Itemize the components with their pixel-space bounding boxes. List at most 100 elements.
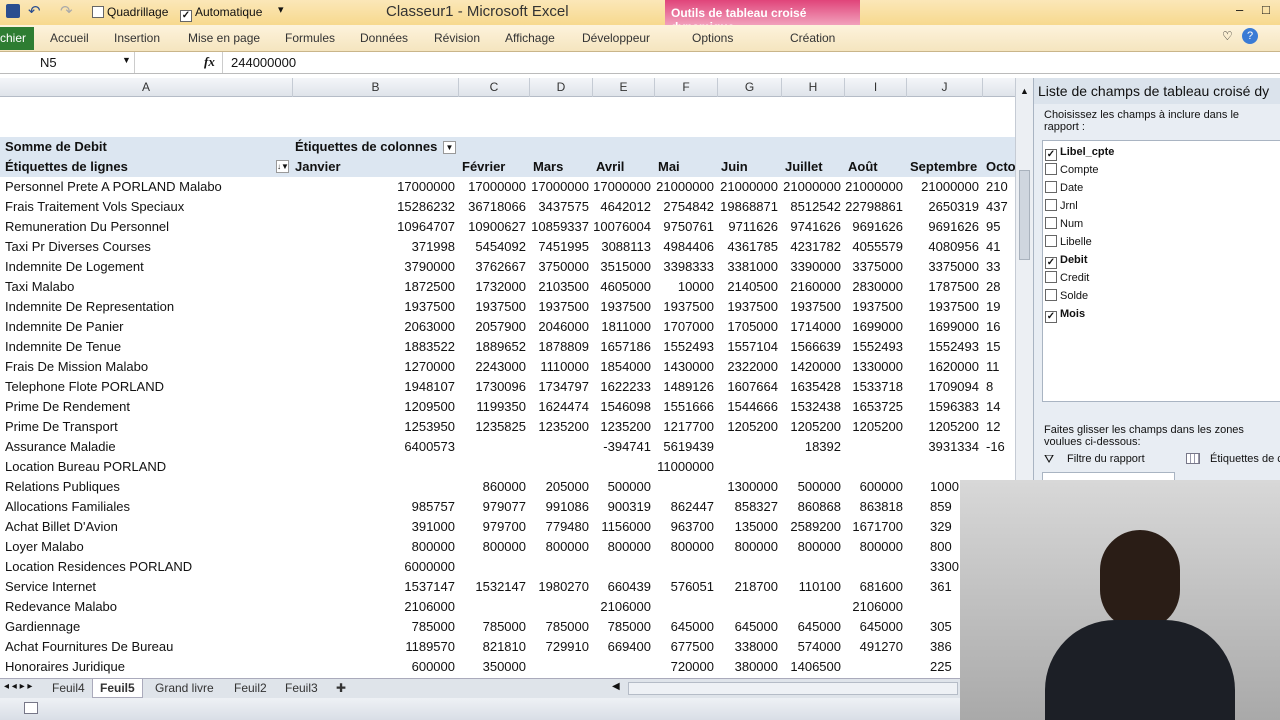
tab-mise-en-page[interactable]: Mise en page xyxy=(188,31,260,45)
value-cell[interactable]: 21000000 xyxy=(655,177,716,197)
value-cell[interactable] xyxy=(530,457,591,477)
value-cell[interactable]: 1937500 xyxy=(593,297,653,317)
value-cell[interactable]: 1980270 xyxy=(530,577,591,597)
value-cell[interactable]: 19868871 xyxy=(718,197,780,217)
value-cell[interactable]: 3390000 xyxy=(782,257,843,277)
scroll-thumb[interactable] xyxy=(1019,170,1030,260)
value-cell[interactable]: 2063000 xyxy=(293,317,457,337)
value-cell[interactable] xyxy=(907,457,981,477)
sheet-tab[interactable]: Feuil3 xyxy=(285,681,318,695)
value-cell[interactable] xyxy=(782,557,843,577)
value-cell[interactable] xyxy=(293,477,457,497)
value-cell[interactable]: 21000000 xyxy=(782,177,843,197)
tab-revision[interactable]: Révision xyxy=(434,31,480,45)
value-cell[interactable] xyxy=(845,457,905,477)
field-debit[interactable]: ✓ Debit xyxy=(1045,251,1088,269)
value-cell[interactable]: 1551666 xyxy=(655,397,716,417)
value-cell[interactable] xyxy=(718,437,780,457)
column-header[interactable]: A xyxy=(0,78,293,97)
sheet-nav-icons[interactable]: ◂ ◂ ▸ ▸ xyxy=(4,681,32,692)
checkbox[interactable] xyxy=(1045,271,1057,283)
value-cell[interactable]: 41 xyxy=(983,237,1013,257)
value-cell[interactable]: 10000 xyxy=(655,277,716,297)
value-cell[interactable]: 1552493 xyxy=(845,337,905,357)
value-cell[interactable]: 1217700 xyxy=(655,417,716,437)
value-cell[interactable]: 3515000 xyxy=(593,257,653,277)
value-cell[interactable] xyxy=(530,437,591,457)
value-cell[interactable]: 1199350 xyxy=(459,397,528,417)
row-label[interactable]: Personnel Prete A PORLAND Malabo xyxy=(5,177,290,197)
value-cell[interactable]: 1420000 xyxy=(782,357,843,377)
value-cell[interactable]: 1811000 xyxy=(593,317,653,337)
customize-qat-icon[interactable]: ▾ xyxy=(278,3,284,16)
value-cell[interactable]: 9750761 xyxy=(655,217,716,237)
value-cell[interactable]: 3931334 xyxy=(907,437,981,457)
redo-icon[interactable]: ↷ xyxy=(60,2,73,20)
row-label[interactable]: Indemnite De Tenue xyxy=(5,337,290,357)
value-cell[interactable]: 2140500 xyxy=(718,277,780,297)
value-cell[interactable]: 2046000 xyxy=(530,317,591,337)
value-cell[interactable] xyxy=(718,597,780,617)
value-cell[interactable]: 1156000 xyxy=(593,517,653,537)
value-cell[interactable]: 821810 xyxy=(459,637,528,657)
tab-fichier[interactable]: chier xyxy=(0,27,34,50)
value-cell[interactable]: 800000 xyxy=(459,537,528,557)
value-cell[interactable]: 7451995 xyxy=(530,237,591,257)
value-cell[interactable]: 95 xyxy=(983,217,1013,237)
row-label[interactable]: Taxi Pr Diverses Courses xyxy=(5,237,290,257)
row-label[interactable]: Indemnite De Panier xyxy=(5,317,290,337)
value-cell[interactable]: 858327 xyxy=(718,497,780,517)
maximize-icon[interactable]: □ xyxy=(1262,2,1270,17)
value-cell[interactable] xyxy=(845,657,905,677)
column-header[interactable]: J xyxy=(907,78,983,97)
value-cell[interactable]: 1209500 xyxy=(293,397,457,417)
value-cell[interactable]: 338000 xyxy=(718,637,780,657)
field-compte[interactable]: Compte xyxy=(1045,161,1099,179)
checkbox[interactable] xyxy=(1045,163,1057,175)
fx-icon[interactable]: fx xyxy=(204,54,215,70)
value-cell[interactable] xyxy=(845,437,905,457)
value-cell[interactable]: 21000000 xyxy=(907,177,981,197)
value-cell[interactable]: 16 xyxy=(983,317,1013,337)
value-cell[interactable]: 645000 xyxy=(655,617,716,637)
macro-record-icon[interactable] xyxy=(24,702,38,714)
value-cell[interactable]: 1596383 xyxy=(907,397,981,417)
row-label[interactable]: Loyer Malabo xyxy=(5,537,290,557)
value-cell[interactable]: 218700 xyxy=(718,577,780,597)
value-cell[interactable]: 21000000 xyxy=(845,177,905,197)
row-label[interactable]: Service Internet xyxy=(5,577,290,597)
field-credit[interactable]: Credit xyxy=(1045,269,1089,287)
value-cell[interactable]: 491270 xyxy=(845,637,905,657)
value-cell[interactable]: 380000 xyxy=(718,657,780,677)
column-header[interactable]: B xyxy=(293,78,459,97)
column-header[interactable]: I xyxy=(845,78,907,97)
value-cell[interactable]: 1705000 xyxy=(718,317,780,337)
column-header[interactable]: C xyxy=(459,78,530,97)
row-label[interactable]: Prime De Transport xyxy=(5,417,290,437)
value-cell[interactable]: 10076004 xyxy=(593,217,653,237)
value-cell[interactable]: 500000 xyxy=(593,477,653,497)
value-cell[interactable]: 1937500 xyxy=(718,297,780,317)
value-cell[interactable]: 17000000 xyxy=(459,177,528,197)
value-cell[interactable]: 17000000 xyxy=(530,177,591,197)
tab-developpeur[interactable]: Développeur xyxy=(582,31,650,45)
value-cell[interactable]: 1300000 xyxy=(718,477,780,497)
value-cell[interactable]: 12 xyxy=(983,417,1013,437)
value-cell[interactable]: 1937500 xyxy=(530,297,591,317)
value-cell[interactable]: 785000 xyxy=(459,617,528,637)
new-sheet-icon[interactable]: ✚ xyxy=(336,681,346,695)
tab-accueil[interactable]: Accueil xyxy=(50,31,89,45)
value-cell[interactable] xyxy=(459,557,528,577)
scroll-left-icon[interactable]: ◀ xyxy=(612,681,620,692)
value-cell[interactable]: 1235200 xyxy=(530,417,591,437)
value-cell[interactable] xyxy=(593,657,653,677)
value-cell[interactable]: 8512542 xyxy=(782,197,843,217)
value-cell[interactable]: 669400 xyxy=(593,637,653,657)
value-cell[interactable]: 6400573 xyxy=(293,437,457,457)
auto-checkbox[interactable]: ✓ Automatique xyxy=(180,5,262,22)
value-cell[interactable]: 785000 xyxy=(593,617,653,637)
undo-icon[interactable]: ↶ xyxy=(28,2,41,20)
pivot-value-label[interactable]: Somme de Debit xyxy=(5,137,285,157)
value-cell[interactable]: 2106000 xyxy=(293,597,457,617)
value-cell[interactable]: 963700 xyxy=(655,517,716,537)
